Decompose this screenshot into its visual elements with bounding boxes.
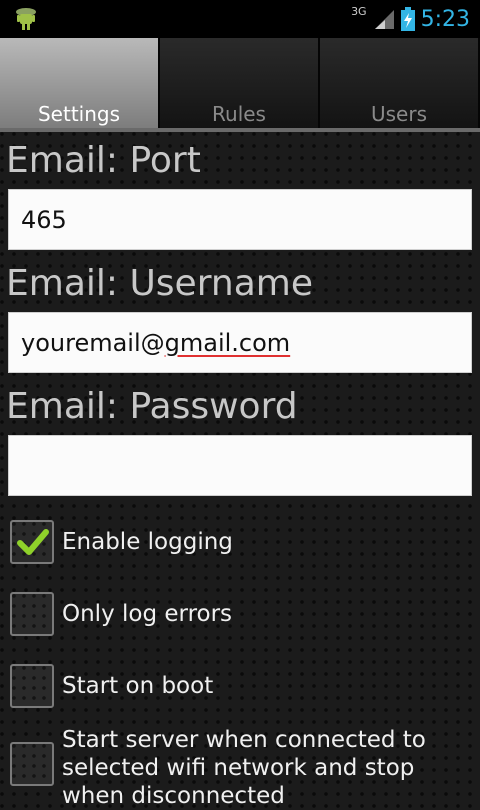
port-value: 465 (21, 205, 67, 234)
tab-settings-label: Settings (37, 102, 121, 126)
android-robot-icon (14, 6, 38, 32)
battery-charging-icon (400, 7, 415, 31)
username-input[interactable]: youremail@ gmail.com (8, 312, 472, 373)
wifi-start-checkbox[interactable] (10, 742, 54, 786)
tab-users-label: Users (370, 102, 427, 126)
checkmark-icon (17, 529, 49, 555)
username-label: Email: Username (6, 263, 313, 304)
password-label: Email: Password (6, 386, 298, 427)
status-bar: 3G 5:23 (0, 0, 480, 38)
enable-logging-checkbox[interactable] (10, 520, 54, 564)
tab-settings[interactable]: Settings (0, 38, 160, 132)
start-on-boot-checkbox[interactable] (10, 664, 54, 708)
start-on-boot-label: Start on boot (62, 673, 214, 699)
port-label: Email: Port (6, 140, 201, 181)
only-log-errors-row[interactable]: Only log errors (10, 592, 232, 636)
tab-rules-label: Rules (212, 102, 266, 126)
username-value-misspelled: gmail.com (164, 328, 291, 357)
start-on-boot-row[interactable]: Start on boot (10, 664, 213, 708)
password-input[interactable] (8, 435, 472, 496)
enable-logging-label: Enable logging (62, 529, 233, 555)
wifi-start-label: Start server when connected to selected … (62, 727, 426, 809)
tab-rules[interactable]: Rules (160, 38, 320, 132)
only-log-errors-checkbox[interactable] (10, 592, 54, 636)
tab-bar: Settings Rules Users (0, 38, 480, 132)
status-clock: 5:23 (420, 6, 470, 32)
cell-signal-icon (373, 8, 395, 30)
tab-users[interactable]: Users (320, 38, 480, 132)
only-log-errors-label: Only log errors (62, 601, 233, 627)
username-value-prefix: youremail@ (21, 328, 165, 357)
enable-logging-row[interactable]: Enable logging (10, 520, 233, 564)
port-input[interactable]: 465 (8, 189, 472, 250)
tab-underline (0, 128, 480, 132)
network-type-label: 3G (351, 4, 367, 18)
